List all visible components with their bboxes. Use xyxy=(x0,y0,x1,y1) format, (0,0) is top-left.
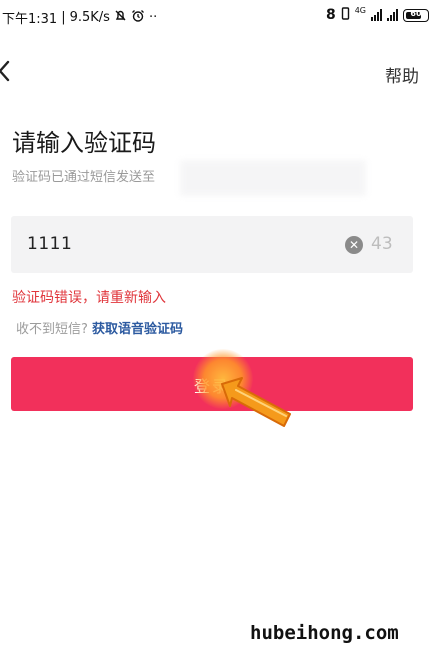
error-message: 验证码错误，请重新输入 xyxy=(12,290,166,306)
signal-icon xyxy=(371,9,382,21)
status-more-icon: ·· xyxy=(148,10,158,25)
alarm-icon xyxy=(131,9,145,27)
network-label: 4G xyxy=(354,5,366,15)
status-speed: 9.5K/s xyxy=(69,10,110,25)
status-time: 下午1:31 xyxy=(2,12,58,27)
nav-bar: 帮助 xyxy=(0,50,439,94)
status-number: 8 xyxy=(325,7,336,23)
clear-icon[interactable]: ✕ xyxy=(345,236,363,254)
signal-icon-2 xyxy=(387,9,398,21)
voice-code-prefix: 收不到短信? xyxy=(16,322,88,337)
bell-off-icon xyxy=(114,9,127,26)
verification-code-input[interactable]: 1111 ✕ 43 xyxy=(11,216,413,273)
phone-number-blur xyxy=(180,160,366,196)
pointer-hand-icon xyxy=(200,370,300,440)
status-left: 下午1:31 | 9.5K/s ·· xyxy=(2,8,157,27)
back-arrow-icon[interactable] xyxy=(0,58,18,84)
watermark: hubeihong.com xyxy=(250,622,399,644)
voice-code-row: 收不到短信? 获取语音验证码 xyxy=(16,318,183,337)
battery-level: 60 xyxy=(410,8,422,18)
voice-code-link[interactable]: 获取语音验证码 xyxy=(92,322,183,337)
status-right: 8 4G 60 xyxy=(325,5,429,23)
code-value[interactable]: 1111 xyxy=(27,234,72,254)
battery-icon: 60 xyxy=(403,8,429,22)
status-separator: | xyxy=(61,10,66,25)
sms-sent-hint: 验证码已通过短信发送至 xyxy=(12,170,156,185)
help-link[interactable]: 帮助 xyxy=(385,62,419,87)
resend-countdown: 43 xyxy=(371,234,393,254)
page-title: 请输入验证码 xyxy=(12,129,156,157)
status-bar: 下午1:31 | 9.5K/s ·· 8 4G 60 xyxy=(0,0,439,30)
vibrate-icon xyxy=(341,7,350,23)
